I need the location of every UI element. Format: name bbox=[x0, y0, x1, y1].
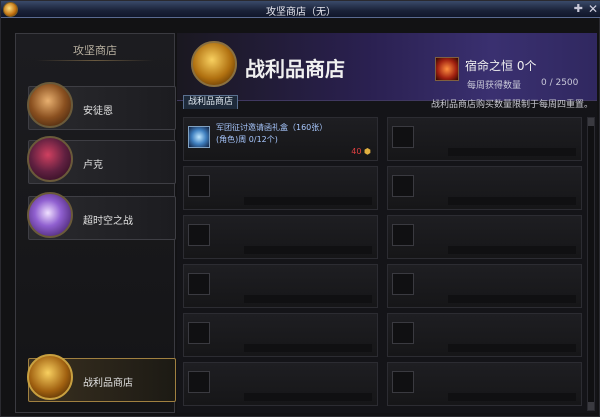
item-slot[interactable] bbox=[183, 313, 378, 357]
npc-item-luke[interactable]: 卢克 bbox=[27, 136, 176, 184]
shop-window: 攻坚商店（无） ✚ ✕ 攻坚商店 安徒恩 卢克 超时空之战 战利品商店 战利品商… bbox=[0, 0, 600, 417]
item-price: 40 ⬢ bbox=[351, 147, 371, 156]
empty-slot-icon bbox=[392, 126, 414, 148]
slot-bar bbox=[448, 197, 576, 205]
empty-slot-icon bbox=[392, 322, 414, 344]
pin-icon[interactable]: ✚ bbox=[574, 2, 583, 15]
shop-banner: 战利品商店 宿命之恒 0个 每周获得数量 0 / 2500 战利品商店购买数量限… bbox=[177, 33, 597, 110]
currency-name: 宿命之恒 0个 bbox=[465, 59, 537, 73]
npc-avatar-icon bbox=[27, 136, 73, 182]
scrollbar[interactable] bbox=[587, 117, 595, 411]
window-title: 攻坚商店（无） bbox=[266, 7, 336, 18]
item-slot[interactable] bbox=[387, 117, 582, 161]
scroll-down-button[interactable] bbox=[588, 402, 594, 410]
item-slot[interactable] bbox=[183, 215, 378, 259]
empty-slot-icon bbox=[188, 322, 210, 344]
item-slot[interactable] bbox=[387, 362, 582, 406]
slot-bar bbox=[448, 148, 576, 156]
title-bar: 攻坚商店（无） ✚ ✕ bbox=[1, 1, 600, 18]
item-slot[interactable] bbox=[183, 362, 378, 406]
price-value: 40 bbox=[351, 147, 362, 156]
item-slot[interactable] bbox=[387, 264, 582, 308]
npc-label: 超时空之战 bbox=[83, 216, 133, 227]
item-slot[interactable] bbox=[387, 166, 582, 210]
slot-bar bbox=[244, 344, 372, 352]
loot-bag-icon bbox=[191, 41, 237, 87]
item-slot[interactable]: 军团征讨邀请函礼盒（160张） (角色)周 0/12个) 40 ⬢ bbox=[183, 117, 378, 161]
item-icon bbox=[188, 126, 210, 148]
empty-slot-icon bbox=[188, 224, 210, 246]
slot-bar bbox=[448, 295, 576, 303]
slot-bar bbox=[244, 393, 372, 401]
sidebar-header: 攻坚商店 bbox=[73, 44, 117, 57]
tab-loot-shop[interactable]: 战利品商店 bbox=[183, 95, 239, 109]
npc-sidebar: 攻坚商店 安徒恩 卢克 超时空之战 战利品商店 bbox=[15, 33, 176, 413]
weekly-value: 0 / 2500 bbox=[541, 78, 579, 88]
item-slot[interactable] bbox=[387, 313, 582, 357]
slot-bar bbox=[448, 393, 576, 401]
loot-shop-icon bbox=[27, 354, 73, 400]
slot-bar bbox=[244, 197, 372, 205]
npc-label: 卢克 bbox=[83, 160, 103, 171]
reset-note: 战利品商店购买数量限制于每周四重置。 bbox=[430, 100, 593, 110]
item-slot[interactable] bbox=[183, 166, 378, 210]
item-name: 军团征讨邀请函礼盒（160张） bbox=[216, 123, 328, 132]
npc-item-loot-shop[interactable]: 战利品商店 bbox=[27, 354, 176, 402]
item-limit: (角色)周 0/12个) bbox=[216, 135, 278, 144]
slot-bar bbox=[244, 295, 372, 303]
empty-slot-icon bbox=[188, 175, 210, 197]
empty-slot-icon bbox=[392, 273, 414, 295]
slot-bar bbox=[448, 344, 576, 352]
npc-item-time-war[interactable]: 超时空之战 bbox=[27, 192, 176, 240]
divider bbox=[36, 60, 154, 61]
item-grid: 军团征讨邀请函礼盒（160张） (角色)周 0/12个) 40 ⬢ bbox=[183, 117, 583, 411]
price-bag-icon: ⬢ bbox=[364, 147, 371, 156]
empty-slot-icon bbox=[392, 371, 414, 393]
close-icon[interactable]: ✕ bbox=[588, 2, 598, 16]
empty-slot-icon bbox=[392, 175, 414, 197]
npc-avatar-icon bbox=[27, 82, 73, 128]
npc-label: 安徒恩 bbox=[83, 106, 113, 117]
item-slot[interactable] bbox=[183, 264, 378, 308]
weekly-label: 每周获得数量 bbox=[467, 81, 522, 91]
npc-item-anton[interactable]: 安徒恩 bbox=[27, 82, 176, 130]
shop-main: 战利品商店 宿命之恒 0个 每周获得数量 0 / 2500 战利品商店购买数量限… bbox=[177, 33, 597, 413]
currency-icon bbox=[435, 57, 459, 81]
slot-bar bbox=[448, 246, 576, 254]
npc-label: 战利品商店 bbox=[83, 378, 133, 389]
item-slot[interactable] bbox=[387, 215, 582, 259]
scroll-up-button[interactable] bbox=[588, 118, 594, 126]
empty-slot-icon bbox=[188, 371, 210, 393]
empty-slot-icon bbox=[188, 273, 210, 295]
shop-title: 战利品商店 bbox=[245, 57, 345, 81]
slot-bar bbox=[244, 246, 372, 254]
empty-slot-icon bbox=[392, 224, 414, 246]
npc-avatar-icon bbox=[27, 192, 73, 238]
